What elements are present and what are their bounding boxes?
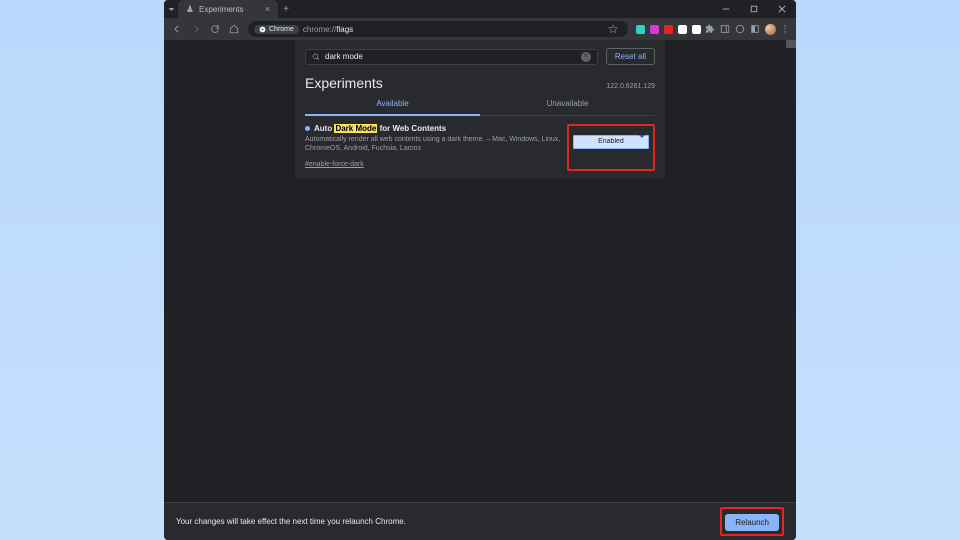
flag-item: Auto Dark Mode for Web Contents Automati… (295, 116, 665, 179)
chrome-icon (259, 26, 266, 33)
browser-tab[interactable]: Experiments × (178, 0, 278, 18)
back-button[interactable] (168, 20, 186, 38)
page-content: × Reset all Experiments 122.0.6261.129 A… (164, 40, 796, 502)
home-button[interactable] (225, 20, 243, 38)
close-window-button[interactable] (768, 0, 796, 18)
extension-icon[interactable] (675, 22, 689, 36)
url-text: chrome://flags (303, 25, 353, 34)
side-panel-icon[interactable] (718, 22, 732, 36)
chrome-chip-label: Chrome (269, 26, 294, 33)
titlebar: Experiments × + (164, 0, 796, 18)
reset-all-button[interactable]: Reset all (606, 48, 655, 65)
address-bar[interactable]: Chrome chrome://flags (248, 21, 628, 37)
tab-unavailable[interactable]: Unavailable (480, 93, 655, 115)
extensions-puzzle-icon[interactable] (703, 22, 717, 36)
minimize-button[interactable] (712, 0, 740, 18)
flag-title: Auto Dark Mode for Web Contents (305, 124, 561, 133)
page-title: Experiments (305, 75, 383, 91)
version-label: 122.0.6261.129 (606, 83, 655, 90)
experiments-panel: × Reset all Experiments 122.0.6261.129 A… (295, 40, 665, 179)
chrome-chip: Chrome (254, 25, 299, 34)
extension-icon[interactable] (689, 22, 703, 36)
flag-search-box[interactable]: × (305, 49, 598, 65)
relaunch-message: Your changes will take effect the next t… (176, 517, 406, 526)
highlight-box: Enabled (567, 124, 655, 171)
scrollbar[interactable] (786, 40, 796, 48)
clear-search-icon[interactable]: × (581, 52, 591, 62)
flag-description: Automatically render all web contents us… (305, 135, 561, 153)
new-tab-button[interactable]: + (278, 0, 294, 18)
extension-icon[interactable] (633, 22, 647, 36)
maximize-button[interactable] (740, 0, 768, 18)
google-shortcut-icon[interactable] (733, 22, 747, 36)
extension-icon[interactable] (661, 22, 675, 36)
tab-search-dropdown[interactable] (164, 0, 178, 18)
flag-state-select[interactable]: Enabled (573, 135, 649, 149)
reload-button[interactable] (206, 20, 224, 38)
highlight-box: Relaunch (720, 507, 784, 536)
tab-available[interactable]: Available (305, 93, 480, 116)
extensions-row (633, 22, 717, 36)
extension-icon[interactable] (647, 22, 661, 36)
search-highlight: Dark Mode (334, 124, 377, 133)
toolbar: Chrome chrome://flags (164, 18, 796, 40)
close-tab-icon[interactable]: × (265, 4, 270, 14)
flag-search-input[interactable] (325, 52, 576, 61)
tab-title: Experiments (199, 5, 243, 14)
modified-indicator-icon (305, 126, 310, 131)
menu-dots-icon[interactable] (778, 22, 792, 36)
bookmark-star-icon[interactable] (604, 20, 622, 38)
toolbar-square-icon[interactable] (748, 22, 762, 36)
browser-window: Experiments × + Chrome chrome://flags (164, 0, 796, 540)
window-controls (712, 0, 796, 18)
forward-button[interactable] (187, 20, 205, 38)
search-icon (312, 53, 320, 61)
flask-icon (186, 5, 194, 13)
relaunch-button[interactable]: Relaunch (725, 514, 779, 531)
relaunch-bar: Your changes will take effect the next t… (164, 502, 796, 540)
flag-id-link[interactable]: #enable-force-dark (305, 161, 364, 168)
profile-avatar[interactable] (763, 22, 777, 36)
experiments-tabs: Available Unavailable (305, 93, 655, 116)
